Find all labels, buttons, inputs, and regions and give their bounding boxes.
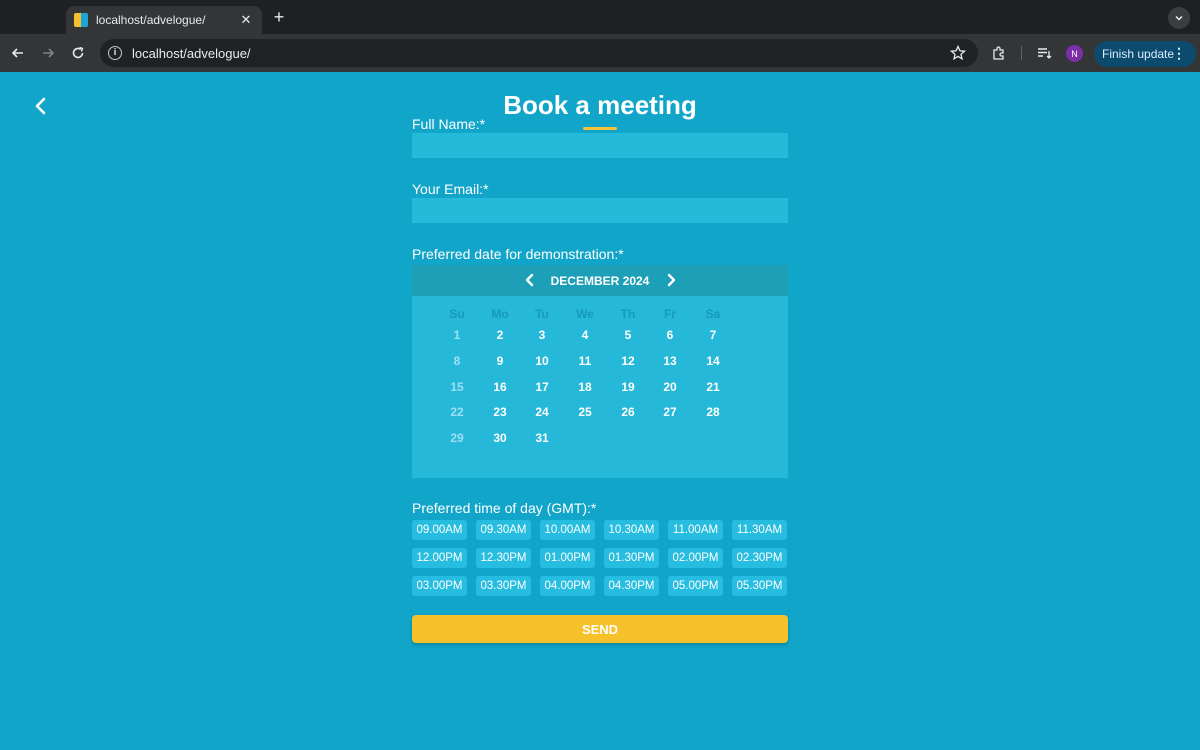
title-underline [583, 127, 617, 130]
time-slot-button[interactable]: 05.30PM [732, 576, 787, 596]
time-slot-button[interactable]: 10.30AM [604, 520, 659, 540]
site-favicon-icon [74, 13, 88, 27]
time-slot-button[interactable]: 10.00AM [540, 520, 595, 540]
calendar-day[interactable]: 27 [655, 402, 685, 422]
calendar-day[interactable]: 19 [613, 377, 643, 397]
calendar-day[interactable]: 30 [485, 428, 515, 448]
calendar-day[interactable]: 2 [485, 325, 515, 345]
calendar-day[interactable]: 31 [527, 428, 557, 448]
reading-list-icon[interactable] [1035, 44, 1053, 62]
chevron-down-icon [1175, 15, 1183, 21]
calendar-day[interactable]: 14 [698, 351, 728, 371]
calendar-day[interactable]: 12 [613, 351, 643, 371]
site-info-icon[interactable]: i [108, 46, 122, 60]
toolbar-divider [1021, 46, 1022, 60]
finish-update-button[interactable]: Finish update ⋮ [1094, 41, 1196, 67]
calendar-day[interactable]: 7 [698, 325, 728, 345]
more-menu-icon[interactable]: ⋮ [1172, 45, 1186, 62]
time-slot-button[interactable]: 05.00PM [668, 576, 723, 596]
calendar-day[interactable]: 13 [655, 351, 685, 371]
time-slot-button[interactable]: 01.00PM [540, 548, 595, 568]
calendar-day[interactable]: 5 [613, 325, 643, 345]
calendar-header: DECEMBER 2024 [412, 265, 788, 296]
calendar-day[interactable]: 6 [655, 325, 685, 345]
time-slot-button[interactable]: 04.30PM [604, 576, 659, 596]
time-label: Preferred time of day (GMT):* [412, 500, 597, 516]
reload-icon [72, 46, 84, 59]
new-tab-icon[interactable]: + [270, 7, 288, 28]
arrow-left-icon [11, 48, 23, 58]
next-month-icon[interactable] [665, 273, 677, 287]
time-slot-button[interactable]: 11.30AM [732, 520, 787, 540]
calendar-day: 29 [450, 431, 464, 446]
time-slot-button[interactable]: 09.00AM [412, 520, 467, 540]
weekday-header: We [576, 307, 594, 321]
browser-tab[interactable]: localhost/advelogue/ ✕ [66, 6, 262, 34]
weekday-header: Sa [705, 307, 721, 321]
calendar-day[interactable]: 11 [570, 351, 600, 371]
time-slot-button[interactable]: 04.00PM [540, 576, 595, 596]
calendar-day[interactable]: 28 [698, 402, 728, 422]
email-label: Your Email:* [412, 181, 489, 197]
calendar-day[interactable]: 23 [485, 402, 515, 422]
calendar-day[interactable]: 20 [655, 377, 685, 397]
calendar-day[interactable]: 3 [527, 325, 557, 345]
calendar-day[interactable]: 16 [485, 377, 515, 397]
url-text[interactable]: localhost/advelogue/ [132, 46, 251, 61]
calendar-day: 15 [450, 379, 464, 394]
time-slot-button[interactable]: 12.30PM [476, 548, 531, 568]
back-nav-button[interactable] [8, 43, 28, 63]
time-slot-button[interactable]: 03.30PM [476, 576, 531, 596]
time-slot-button[interactable]: 09.30AM [476, 520, 531, 540]
calendar-day[interactable]: 9 [485, 351, 515, 371]
calendar-day[interactable]: 4 [570, 325, 600, 345]
reload-button[interactable] [68, 43, 88, 63]
page-title: Book a meeting [503, 90, 697, 120]
time-slot-button[interactable]: 03.00PM [412, 576, 467, 596]
finish-update-label: Finish update [1102, 47, 1175, 61]
send-button[interactable]: SEND [412, 615, 788, 643]
weekday-header: Fr [664, 307, 676, 321]
calendar-day[interactable]: 10 [527, 351, 557, 371]
browser-tab-bar: localhost/advelogue/ ✕ + [0, 0, 1200, 34]
tab-search-button[interactable] [1168, 7, 1190, 29]
calendar-month-label: DECEMBER 2024 [550, 274, 650, 288]
date-label: Preferred date for demonstration:* [412, 246, 624, 262]
tab-close-icon[interactable]: ✕ [238, 12, 254, 28]
extensions-icon[interactable] [990, 44, 1008, 62]
address-bar[interactable]: i localhost/advelogue/ [100, 39, 978, 67]
profile-avatar[interactable]: N [1066, 45, 1083, 62]
calendar-day: 1 [453, 328, 461, 342]
time-slot-button[interactable]: 11.00AM [668, 520, 723, 540]
calendar-day[interactable]: 26 [613, 402, 643, 422]
tab-title: localhost/advelogue/ [96, 13, 206, 27]
weekday-header: Th [620, 307, 636, 321]
weekday-header: Su [449, 307, 465, 321]
arrow-right-icon [43, 48, 55, 58]
calendar-day[interactable]: 18 [570, 377, 600, 397]
calendar-day[interactable]: 25 [570, 402, 600, 422]
time-slot-button[interactable]: 02.30PM [732, 548, 787, 568]
calendar-day[interactable]: 24 [527, 402, 557, 422]
forward-nav-button[interactable] [38, 43, 58, 63]
calendar-day[interactable]: 21 [698, 377, 728, 397]
time-slot-button[interactable]: 01.30PM [604, 548, 659, 568]
calendar-day: 8 [453, 353, 461, 368]
date-picker-calendar: DECEMBER 2024 Su Mo Tu We Th Fr Sa 1 2 3 4 5 6 7 8 9 10 1… [412, 265, 788, 478]
browser-toolbar: i localhost/advelogue/ N Finish update ⋮ [0, 34, 1200, 72]
time-slot-button[interactable]: 12.00PM [412, 548, 467, 568]
calendar-day: 22 [450, 405, 464, 420]
time-slot-button[interactable]: 02.00PM [668, 548, 723, 568]
bookmark-star-icon[interactable] [950, 45, 966, 61]
email-input[interactable] [412, 198, 788, 223]
calendar-day[interactable]: 17 [527, 377, 557, 397]
full-name-input[interactable] [412, 133, 788, 158]
weekday-header: Tu [535, 307, 549, 321]
weekday-header: Mo [491, 307, 509, 321]
full-name-label: Full Name:* [412, 116, 486, 132]
